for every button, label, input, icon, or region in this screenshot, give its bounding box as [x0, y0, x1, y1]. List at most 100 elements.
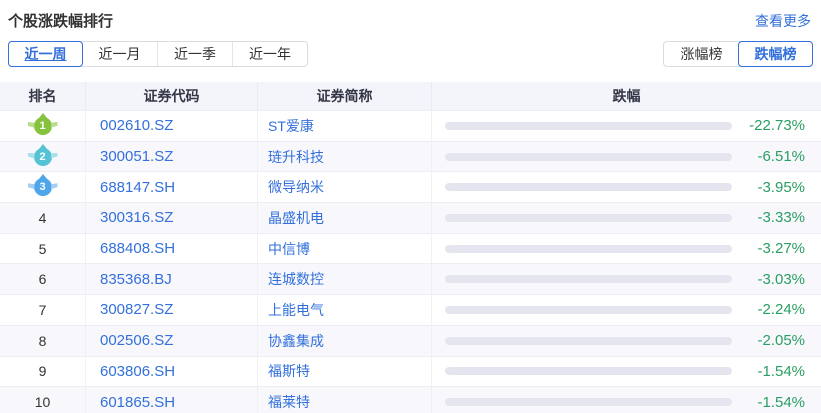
table-row[interactable]: 1 002610.SZ ST爱康 -22.73% — [0, 110, 821, 141]
rank-cell: 5 — [0, 234, 86, 264]
rank-number: 2 — [39, 151, 45, 163]
rank-medal-icon: 1 — [34, 117, 52, 135]
change-cell: -3.33% — [432, 203, 821, 233]
change-value: -3.03% — [757, 271, 805, 288]
tab-gainers-board[interactable]: 涨幅榜 — [664, 42, 739, 66]
change-bar-track — [445, 245, 732, 253]
column-header-change: 跌幅 — [432, 82, 821, 110]
rank-plain: 5 — [39, 241, 47, 257]
crown-icon — [39, 144, 47, 149]
rank-medal-icon: 3 — [34, 178, 52, 196]
change-cell: -2.05% — [432, 326, 821, 356]
change-bar-track — [445, 183, 732, 191]
tab-label: 跌幅榜 — [755, 44, 797, 64]
stock-name[interactable]: 晶盛机电 — [258, 203, 432, 233]
tab-period-quarter[interactable]: 近一季 — [157, 42, 232, 66]
change-bar-track — [445, 337, 732, 345]
change-value: -2.05% — [757, 332, 805, 349]
table-row[interactable]: 5 688408.SH 中信博 -3.27% — [0, 233, 821, 264]
rank-number: 3 — [39, 181, 45, 193]
view-more-link[interactable]: 查看更多 — [755, 11, 811, 31]
change-value: -3.33% — [757, 209, 805, 226]
ranking-table: 排名 证券代码 证券简称 跌幅 1 002610.SZ ST爱康 -22.73%… — [0, 82, 821, 413]
change-cell: -1.54% — [432, 357, 821, 387]
stock-name[interactable]: 连城数控 — [258, 264, 432, 294]
stock-code[interactable]: 688147.SH — [86, 172, 258, 202]
rank-plain: 7 — [39, 302, 47, 318]
controls-bar: 近一周 近一月 近一季 近一年 涨幅榜 跌幅榜 — [8, 41, 813, 67]
stock-code[interactable]: 300827.SZ — [86, 295, 258, 325]
tab-losers-board[interactable]: 跌幅榜 — [738, 41, 813, 67]
change-value: -22.73% — [749, 117, 805, 134]
tab-period-week[interactable]: 近一周 — [8, 41, 83, 67]
column-header-name: 证券简称 — [258, 82, 432, 110]
table-row[interactable]: 6 835368.BJ 连城数控 -3.03% — [0, 263, 821, 294]
stock-name[interactable]: 福斯特 — [258, 357, 432, 387]
tab-period-month[interactable]: 近一月 — [82, 42, 157, 66]
rank-number: 1 — [39, 120, 45, 132]
change-cell: -3.27% — [432, 234, 821, 264]
rank-cell: 2 — [0, 142, 86, 172]
rank-plain: 4 — [39, 210, 47, 226]
period-tab-group: 近一周 近一月 近一季 近一年 — [8, 41, 308, 67]
change-bar-track — [445, 214, 732, 222]
change-value: -1.54% — [757, 363, 805, 380]
rank-medal-icon: 2 — [34, 148, 52, 166]
change-cell: -22.73% — [432, 111, 821, 141]
rank-cell: 6 — [0, 264, 86, 294]
stock-name[interactable]: 协鑫集成 — [258, 326, 432, 356]
change-bar-track — [445, 398, 732, 406]
stock-code[interactable]: 300051.SZ — [86, 142, 258, 172]
table-row[interactable]: 8 002506.SZ 协鑫集成 -2.05% — [0, 325, 821, 356]
table-row[interactable]: 9 603806.SH 福斯特 -1.54% — [0, 356, 821, 387]
column-header-rank: 排名 — [0, 82, 86, 110]
stock-code[interactable]: 002610.SZ — [86, 111, 258, 141]
stock-code[interactable]: 300316.SZ — [86, 203, 258, 233]
tab-label: 近一年 — [249, 44, 291, 64]
crown-icon — [39, 113, 47, 118]
change-bar-track — [445, 275, 732, 283]
tab-label: 涨幅榜 — [681, 44, 723, 64]
table-row[interactable]: 3 688147.SH 微导纳米 -3.95% — [0, 171, 821, 202]
change-cell: -3.03% — [432, 264, 821, 294]
table-row[interactable]: 2 300051.SZ 琏升科技 -6.51% — [0, 141, 821, 172]
page-title: 个股涨跌幅排行 — [8, 10, 113, 31]
rank-cell: 8 — [0, 326, 86, 356]
top-bar: 个股涨跌幅排行 查看更多 — [0, 0, 821, 31]
stock-name[interactable]: 福莱特 — [258, 387, 432, 413]
stock-name[interactable]: 微导纳米 — [258, 172, 432, 202]
stock-name[interactable]: ST爱康 — [258, 111, 432, 141]
table-row[interactable]: 7 300827.SZ 上能电气 -2.24% — [0, 294, 821, 325]
tab-period-year[interactable]: 近一年 — [232, 42, 307, 66]
rank-cell: 9 — [0, 357, 86, 387]
stock-code[interactable]: 601865.SH — [86, 387, 258, 413]
tab-label: 近一月 — [99, 44, 141, 64]
change-bar-track — [445, 306, 732, 314]
tab-label: 近一季 — [174, 44, 216, 64]
stock-name[interactable]: 琏升科技 — [258, 142, 432, 172]
stock-code[interactable]: 603806.SH — [86, 357, 258, 387]
rank-cell: 10 — [0, 387, 86, 413]
change-value: -6.51% — [757, 148, 805, 165]
stock-code[interactable]: 688408.SH — [86, 234, 258, 264]
change-value: -1.54% — [757, 394, 805, 411]
change-bar-track — [445, 367, 732, 375]
stock-name[interactable]: 中信博 — [258, 234, 432, 264]
table-body: 1 002610.SZ ST爱康 -22.73% 2 300051.SZ 琏升科… — [0, 110, 821, 413]
stock-code[interactable]: 835368.BJ — [86, 264, 258, 294]
table-row[interactable]: 4 300316.SZ 晶盛机电 -3.33% — [0, 202, 821, 233]
rank-plain: 6 — [39, 271, 47, 287]
rank-cell: 4 — [0, 203, 86, 233]
table-header: 排名 证券代码 证券简称 跌幅 — [0, 82, 821, 110]
change-cell: -2.24% — [432, 295, 821, 325]
rank-cell: 7 — [0, 295, 86, 325]
stock-name[interactable]: 上能电气 — [258, 295, 432, 325]
tab-label: 近一周 — [25, 44, 67, 64]
rank-plain: 10 — [35, 394, 51, 410]
change-value: -3.95% — [757, 179, 805, 196]
change-cell: -3.95% — [432, 172, 821, 202]
table-row[interactable]: 10 601865.SH 福莱特 -1.54% — [0, 386, 821, 413]
crown-icon — [39, 174, 47, 179]
change-value: -3.27% — [757, 240, 805, 257]
stock-code[interactable]: 002506.SZ — [86, 326, 258, 356]
